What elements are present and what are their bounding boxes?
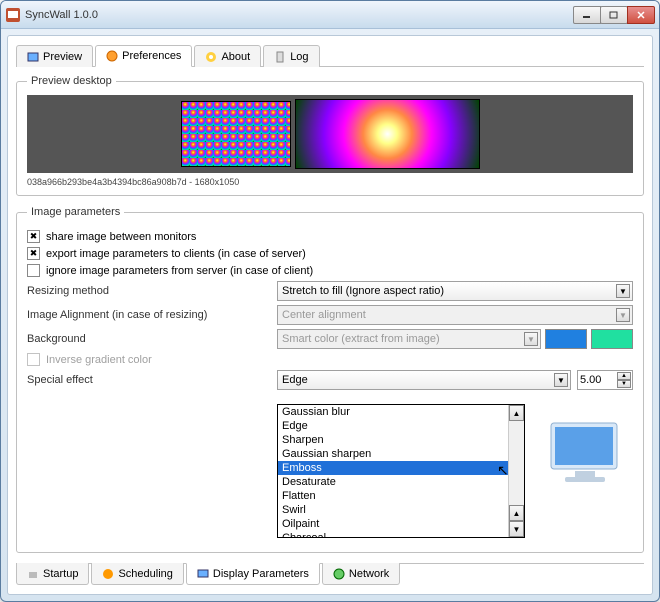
preview-icon — [27, 51, 39, 63]
log-icon — [274, 51, 286, 63]
dropdown-scrollbar[interactable]: ▲ ▲ ▼ — [508, 405, 524, 537]
dropdown-item[interactable]: Charcoal — [278, 531, 524, 537]
image-parameters-group: Image parameters share image between mon… — [16, 206, 644, 553]
dropdown-item[interactable]: Flatten — [278, 489, 524, 503]
alignment-label: Image Alignment (in case of resizing) — [27, 309, 277, 321]
preview-strip — [27, 95, 633, 173]
maximize-button[interactable] — [600, 6, 628, 24]
export-row: export image parameters to clients (in c… — [27, 247, 633, 260]
chevron-down-icon: ▼ — [554, 373, 568, 387]
params-legend: Image parameters — [27, 206, 124, 218]
scroll-track[interactable] — [509, 421, 524, 505]
tab-label: Network — [349, 568, 389, 580]
app-window: SyncWall 1.0.0 Preview Preferences About — [0, 0, 660, 602]
combo-value: Center alignment — [282, 309, 366, 321]
tab-preview[interactable]: Preview — [16, 45, 93, 67]
tab-display-parameters[interactable]: Display Parameters — [186, 563, 320, 585]
about-icon — [205, 51, 217, 63]
ignore-checkbox[interactable] — [27, 264, 40, 277]
resizing-label: Resizing method — [27, 285, 277, 297]
dropdown-item[interactable]: Desaturate — [278, 475, 524, 489]
scroll-up2-icon[interactable]: ▲ — [509, 505, 524, 521]
scheduling-icon — [102, 568, 114, 580]
tab-log[interactable]: Log — [263, 45, 319, 67]
app-icon — [5, 7, 21, 23]
background-row: Background Smart color (extract from ima… — [27, 329, 633, 349]
chevron-down-icon: ▼ — [616, 308, 630, 322]
combo-value: Edge — [282, 374, 308, 386]
preview-desktop-group: Preview desktop 038a966b293be4a3b4394bc8… — [16, 75, 644, 196]
tab-scheduling[interactable]: Scheduling — [91, 563, 183, 585]
minimize-button[interactable] — [573, 6, 601, 24]
bottom-tabstrip: Startup Scheduling Display Parameters Ne… — [16, 563, 644, 586]
dropdown-item[interactable]: Sharpen — [278, 433, 524, 447]
resizing-combo[interactable]: Stretch to fill (Ignore aspect ratio) ▼ — [277, 281, 633, 301]
chevron-down-icon: ▼ — [616, 284, 630, 298]
tab-label: Display Parameters — [213, 568, 309, 580]
display-icon — [197, 568, 209, 580]
monitor-preview-icon — [545, 419, 625, 492]
special-spin[interactable]: 5.00 ▲▼ — [577, 370, 633, 390]
tab-label: Startup — [43, 568, 78, 580]
window-controls — [574, 6, 655, 24]
dropdown-item[interactable]: Edge — [278, 419, 524, 433]
alignment-row: Image Alignment (in case of resizing) Ce… — [27, 305, 633, 325]
spin-down-icon[interactable]: ▼ — [617, 380, 631, 388]
export-label: export image parameters to clients (in c… — [46, 248, 306, 260]
spin-up-icon[interactable]: ▲ — [617, 372, 631, 380]
dropdown-item[interactable]: Gaussian sharpen — [278, 447, 524, 461]
ignore-row: ignore image parameters from server (in … — [27, 264, 633, 277]
special-combo[interactable]: Edge ▼ — [277, 370, 571, 390]
tab-label: Preferences — [122, 50, 181, 62]
combo-value: Smart color (extract from image) — [282, 333, 440, 345]
spin-value: 5.00 — [580, 374, 601, 386]
dropdown-item[interactable]: Gaussian blur — [278, 405, 524, 419]
share-row: share image between monitors — [27, 230, 633, 243]
preferences-icon — [106, 50, 118, 62]
dropdown-item[interactable]: Oilpaint — [278, 517, 524, 531]
share-checkbox[interactable] — [27, 230, 40, 243]
tab-about[interactable]: About — [194, 45, 261, 67]
inverse-checkbox — [27, 353, 40, 366]
tab-network[interactable]: Network — [322, 563, 400, 585]
special-dropdown-list[interactable]: Gaussian blurEdgeSharpenGaussian sharpen… — [277, 404, 525, 538]
tab-startup[interactable]: Startup — [16, 563, 89, 585]
monitor-thumb-2[interactable] — [295, 99, 480, 169]
preview-legend: Preview desktop — [27, 75, 116, 87]
combo-value: Stretch to fill (Ignore aspect ratio) — [282, 285, 444, 297]
share-label: share image between monitors — [46, 231, 196, 243]
special-label: Special effect — [27, 374, 277, 386]
scroll-up-icon[interactable]: ▲ — [509, 405, 524, 421]
close-button[interactable] — [627, 6, 655, 24]
inverse-row: Inverse gradient color — [27, 353, 633, 366]
tab-preferences[interactable]: Preferences — [95, 45, 192, 67]
scroll-down-icon[interactable]: ▼ — [509, 521, 524, 537]
export-checkbox[interactable] — [27, 247, 40, 260]
tab-label: Log — [290, 51, 308, 63]
resizing-row: Resizing method Stretch to fill (Ignore … — [27, 281, 633, 301]
background-label: Background — [27, 333, 277, 345]
special-row: Special effect Edge ▼ 5.00 ▲▼ — [27, 370, 633, 390]
startup-icon — [27, 568, 39, 580]
color-swatch-1[interactable] — [545, 329, 587, 349]
preview-caption: 038a966b293be4a3b4394bc86a908b7d - 1680x… — [27, 177, 633, 187]
tab-label: Preview — [43, 51, 82, 63]
ignore-label: ignore image parameters from server (in … — [46, 265, 313, 277]
dropdown-item[interactable]: Swirl — [278, 503, 524, 517]
top-tabstrip: Preview Preferences About Log — [16, 44, 644, 67]
background-combo: Smart color (extract from image) ▼ — [277, 329, 541, 349]
dropdown-item[interactable]: Emboss — [278, 461, 524, 475]
network-icon — [333, 568, 345, 580]
titlebar[interactable]: SyncWall 1.0.0 — [1, 1, 659, 29]
color-swatch-2[interactable] — [591, 329, 633, 349]
client-area: Preview Preferences About Log Preview de… — [7, 35, 653, 595]
chevron-down-icon: ▼ — [524, 332, 538, 346]
tab-label: Scheduling — [118, 568, 172, 580]
alignment-combo: Center alignment ▼ — [277, 305, 633, 325]
monitor-thumb-1[interactable] — [181, 101, 291, 167]
inverse-label: Inverse gradient color — [46, 354, 152, 366]
tab-label: About — [221, 51, 250, 63]
window-title: SyncWall 1.0.0 — [25, 9, 574, 21]
spin-arrows[interactable]: ▲▼ — [617, 372, 631, 388]
